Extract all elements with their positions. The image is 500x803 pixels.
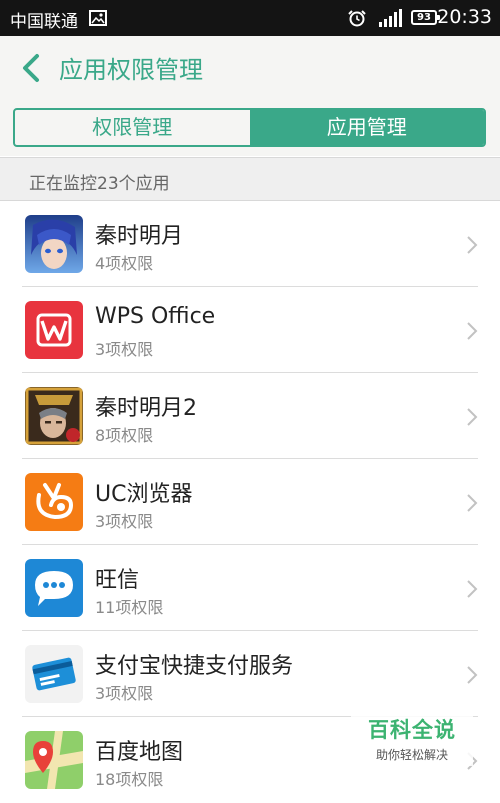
app-name: 百度地图: [95, 740, 184, 765]
app-permission-count: 3项权限: [95, 512, 154, 531]
chevron-right-icon: [467, 236, 478, 254]
list-item[interactable]: 旺信 11项权限: [0, 545, 500, 631]
alarm-icon: [348, 10, 366, 27]
list-item[interactable]: WPS Office 3项权限: [0, 287, 500, 373]
alipay-app-icon: [25, 645, 83, 703]
app-name: UC浏览器: [95, 482, 193, 507]
tab-bar: 权限管理 应用管理: [13, 108, 486, 147]
page-title: 应用权限管理: [59, 56, 203, 84]
app-permission-count: 11项权限: [95, 598, 164, 617]
list-item[interactable]: UC浏览器 3项权限: [0, 459, 500, 545]
app-permission-count: 3项权限: [95, 684, 154, 703]
app-permission-count: 3项权限: [95, 340, 154, 359]
status-bar: 中国联通 93 20:33: [0, 0, 500, 36]
wangxin-app-icon: [25, 559, 83, 617]
chevron-right-icon: [467, 494, 478, 512]
signal-icon: [379, 9, 402, 27]
tab-app-management[interactable]: 应用管理: [249, 110, 484, 145]
app-name: WPS Office: [95, 304, 216, 329]
tab-permission-management[interactable]: 权限管理: [15, 110, 250, 145]
battery-icon: 93: [411, 10, 440, 25]
baidu-map-app-icon: [25, 731, 83, 789]
monitoring-count-label: 正在监控23个应用: [29, 174, 170, 194]
uc-browser-app-icon: [25, 473, 83, 531]
carrier-label: 中国联通: [10, 12, 78, 32]
app-name: 秦时明月: [95, 224, 184, 249]
section-header: 正在监控23个应用: [0, 157, 500, 201]
wps-app-icon: [25, 301, 83, 359]
app-permission-count: 18项权限: [95, 770, 164, 789]
app-name: 秦时明月2: [95, 396, 197, 421]
watermark-subtitle: 助你轻松解决: [375, 748, 448, 762]
header: 应用权限管理 权限管理 应用管理: [0, 36, 500, 156]
watermark-title: 百科全说: [368, 718, 456, 742]
back-arrow-icon[interactable]: [20, 52, 42, 84]
qinshi2-app-icon: [25, 387, 83, 445]
chevron-right-icon: [467, 666, 478, 684]
app-permission-count: 8项权限: [95, 426, 154, 445]
watermark: 百科全说 助你轻松解决: [351, 708, 473, 766]
image-icon: [89, 10, 107, 26]
app-permission-count: 4项权限: [95, 254, 154, 273]
list-item[interactable]: 秦时明月2 8项权限: [0, 373, 500, 459]
chevron-right-icon: [467, 408, 478, 426]
chevron-right-icon: [467, 322, 478, 340]
list-item[interactable]: 支付宝快捷支付服务 3项权限: [0, 631, 500, 717]
app-name: 旺信: [95, 568, 140, 593]
app-name: 支付宝快捷支付服务: [95, 654, 294, 679]
clock: 20:33: [437, 6, 492, 28]
list-item[interactable]: 秦时明月 4项权限: [0, 201, 500, 287]
qinshi-app-icon: [25, 215, 83, 273]
chevron-right-icon: [467, 580, 478, 598]
